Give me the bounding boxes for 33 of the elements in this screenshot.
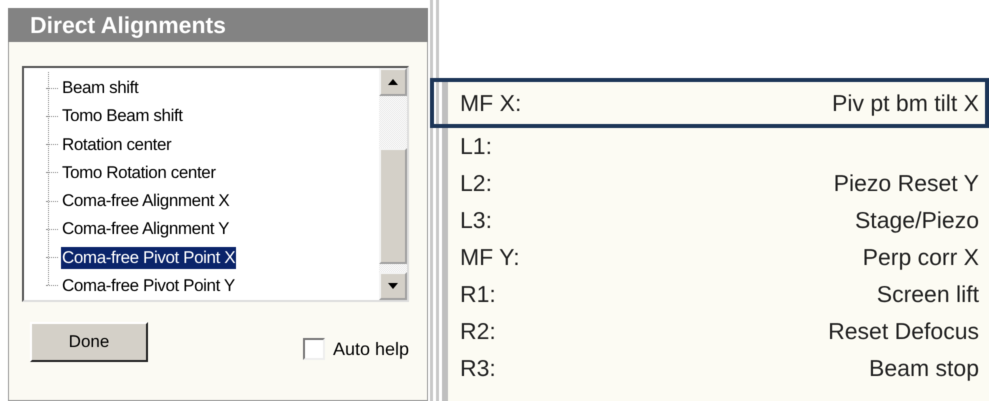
tree-item[interactable]: Coma-free Pivot Point Y [61,274,236,297]
function-label: Stage/Piezo [854,207,979,234]
auto-help-checkbox[interactable] [302,338,325,360]
scroll-down-button[interactable] [379,272,407,300]
up-arrow-icon [388,79,398,85]
tree-item[interactable]: Coma-free Alignment Y [61,218,230,240]
tree-item[interactable]: Rotation center [61,134,172,156]
down-arrow-icon [388,283,398,289]
button-key-label: L1: [460,133,492,160]
scroll-thumb[interactable] [379,148,407,264]
button-key-label: R2: [460,318,496,345]
tree-item[interactable]: Tomo Rotation center [61,162,217,184]
function-label: Piv pt bm tilt X [832,90,979,116]
function-label: Beam stop [869,355,979,382]
button-key-label: R3: [460,355,496,382]
function-label: Reset Defocus [828,318,979,345]
button-key-label: R1: [460,281,496,308]
tree-item[interactable]: Beam shift [61,77,140,100]
button-key-label: MF X: [460,90,522,116]
function-label: Piezo Reset Y [834,170,979,197]
tree-item[interactable]: Tomo Beam shift [61,105,184,128]
function-label: Perp corr X [862,244,979,271]
button-key-label: L2: [460,170,492,197]
dialog-title: Direct Alignments [8,8,428,42]
scroll-up-button[interactable] [379,68,407,96]
button-key-label: MF Y: [460,244,520,271]
scroll-bar[interactable] [379,68,407,300]
checkbox-label: Auto help [332,338,409,360]
tree-item[interactable]: Coma-free Pivot Point X [61,246,236,269]
function-label: Screen lift [876,281,979,308]
button-key-label: L3: [460,207,492,234]
done-button[interactable]: Done [30,322,148,362]
tree-item[interactable]: Coma-free Alignment X [61,190,230,212]
